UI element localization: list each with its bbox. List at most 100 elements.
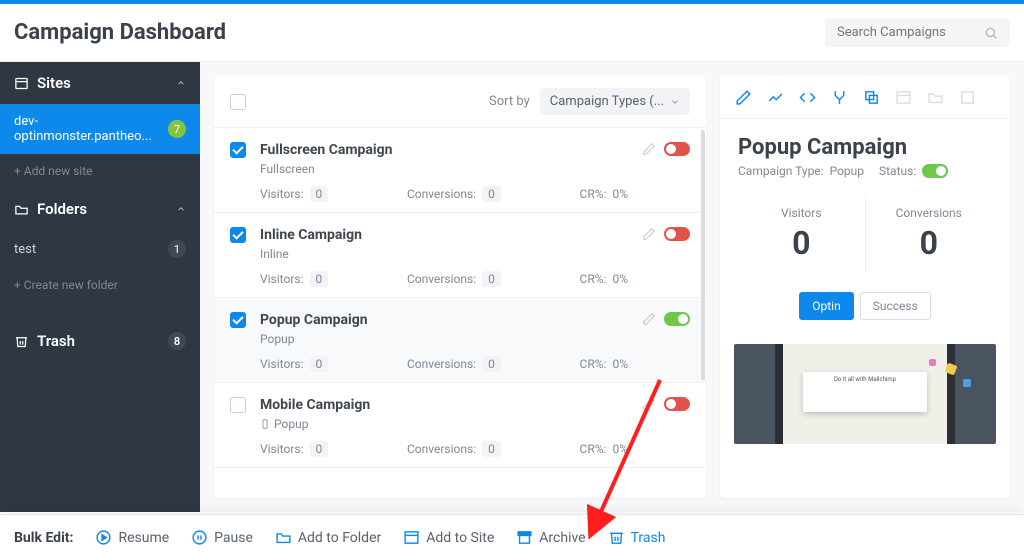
visitors-stat: Visitors 0 [738, 196, 866, 272]
campaign-row[interactable]: Fullscreen Campaign FullscreenVisitors:0… [214, 128, 706, 213]
status-toggle[interactable] [922, 164, 948, 178]
sidebar-sites-label: Sites [37, 74, 71, 92]
analytics-icon[interactable] [766, 88, 784, 106]
sort-value: Campaign Types (... [550, 94, 664, 109]
trash-icon [608, 529, 625, 546]
page-title: Campaign Dashboard [14, 20, 226, 45]
main: Sites dev-optinmonster.pantheo... 7 + Ad… [0, 62, 1024, 512]
list-header: Sort by Campaign Types (... [214, 76, 706, 128]
bulk-trash[interactable]: Trash [608, 529, 666, 546]
detail-meta: Campaign Type: Popup Status: [738, 164, 992, 178]
folder-icon [275, 529, 292, 546]
sort-select[interactable]: Campaign Types (... [540, 88, 690, 115]
header: Campaign Dashboard [0, 4, 1024, 62]
sidebar-folder-item[interactable]: test 1 [0, 230, 200, 268]
chevron-up-icon [176, 204, 186, 214]
archive-icon[interactable] [958, 88, 976, 106]
play-circle-icon [95, 529, 112, 546]
success-button[interactable]: Success [860, 292, 931, 320]
copy-icon[interactable] [862, 88, 880, 106]
scrollbar[interactable] [701, 130, 705, 380]
row-stats: Visitors:0Conversions:0CR%:0% [260, 441, 628, 457]
select-all-checkbox[interactable] [230, 94, 246, 110]
status-label: Status: [879, 164, 916, 178]
detail-toolbar [720, 76, 1010, 119]
sidebar: Sites dev-optinmonster.pantheo... 7 + Ad… [0, 62, 200, 512]
site-icon [403, 529, 420, 546]
search-icon [984, 26, 998, 40]
visitors-value: 0 [742, 224, 861, 262]
row-stats: Visitors:0Conversions:0CR%:0% [260, 271, 628, 287]
trash-label: Trash [37, 332, 75, 350]
status-toggle[interactable] [664, 312, 690, 326]
row-stats: Visitors:0Conversions:0CR%:0% [260, 356, 628, 372]
campaign-row[interactable]: Popup Campaign Popup Visitors:0Conversion… [214, 298, 706, 383]
edit-icon[interactable] [642, 312, 656, 326]
code-icon[interactable] [798, 88, 816, 106]
campaign-rows: Fullscreen Campaign Fullscreen Visitors:0… [214, 128, 706, 468]
row-checkbox[interactable] [230, 227, 246, 243]
chevron-up-icon [176, 78, 186, 88]
detail-body: Popup Campaign Campaign Type: Popup Stat… [720, 119, 1010, 330]
folder-count-badge: 1 [168, 240, 186, 258]
status-toggle[interactable] [664, 227, 690, 241]
edit-icon[interactable] [642, 397, 656, 411]
bulk-edit-bar: Bulk Edit: Resume Pause Add to Folder Ad… [0, 514, 1024, 560]
edit-icon[interactable] [642, 142, 656, 156]
sidebar-site-item[interactable]: dev-optinmonster.pantheo... 7 [0, 104, 200, 154]
bulk-resume[interactable]: Resume [95, 529, 169, 546]
row-checkbox[interactable] [230, 142, 246, 158]
conversions-value: 0 [870, 224, 989, 262]
row-subtitle: Fullscreen [260, 162, 628, 176]
row-checkbox[interactable] [230, 397, 246, 413]
pause-circle-icon [191, 529, 208, 546]
bulk-pause[interactable]: Pause [191, 529, 253, 546]
campaign-row[interactable]: Inline Campaign Inline Visitors:0Conversi… [214, 213, 706, 298]
sort-by-label: Sort by [489, 94, 530, 109]
row-title: Fullscreen Campaign [260, 142, 628, 158]
search-input[interactable] [837, 25, 977, 40]
sidebar-folders-header[interactable]: Folders [0, 188, 200, 230]
type-value: Popup [830, 164, 864, 178]
sidebar-trash[interactable]: Trash 8 [0, 322, 200, 360]
detail-title: Popup Campaign [738, 135, 992, 160]
bulk-add-site[interactable]: Add to Site [403, 529, 494, 546]
trash-icon [14, 334, 29, 349]
search-box[interactable] [825, 18, 1010, 47]
folder-name: test [14, 242, 36, 257]
optin-button[interactable]: Optin [799, 292, 853, 320]
site-icon[interactable] [894, 88, 912, 106]
row-subtitle: Inline [260, 247, 628, 261]
folder-icon [14, 202, 29, 217]
mobile-icon [260, 418, 270, 430]
edit-icon[interactable] [642, 227, 656, 241]
campaign-row[interactable]: Mobile Campaign PopupVisitors:0Conversio… [214, 383, 706, 468]
conversions-stat: Conversions 0 [866, 196, 993, 272]
folder-open-icon[interactable] [926, 88, 944, 106]
campaign-preview: Do it all with Mailchimp [734, 344, 996, 444]
content: Sort by Campaign Types (... Fullscreen C… [200, 62, 1024, 512]
status-toggle[interactable] [664, 142, 690, 156]
conversions-label: Conversions [870, 206, 989, 220]
site-name: dev-optinmonster.pantheo... [14, 114, 168, 144]
add-site-button[interactable]: + Add new site [0, 154, 200, 188]
row-subtitle: Popup [260, 417, 628, 431]
edit-icon[interactable] [734, 88, 752, 106]
site-count-badge: 7 [168, 120, 186, 138]
trash-count-badge: 8 [168, 332, 186, 350]
row-checkbox[interactable] [230, 312, 246, 328]
row-subtitle: Popup [260, 332, 628, 346]
chevron-down-icon [670, 97, 680, 107]
segment-buttons: Optin Success [738, 292, 992, 320]
sidebar-sites-header[interactable]: Sites [0, 62, 200, 104]
bulk-archive[interactable]: Archive [516, 529, 585, 546]
bulk-add-folder[interactable]: Add to Folder [275, 529, 381, 546]
row-title: Popup Campaign [260, 312, 628, 328]
add-folder-button[interactable]: + Create new folder [0, 268, 200, 302]
status-toggle[interactable] [664, 397, 690, 411]
sites-icon [14, 76, 29, 91]
split-icon[interactable] [830, 88, 848, 106]
row-title: Inline Campaign [260, 227, 628, 243]
archive-icon [516, 529, 533, 546]
bulk-label: Bulk Edit: [14, 530, 73, 546]
